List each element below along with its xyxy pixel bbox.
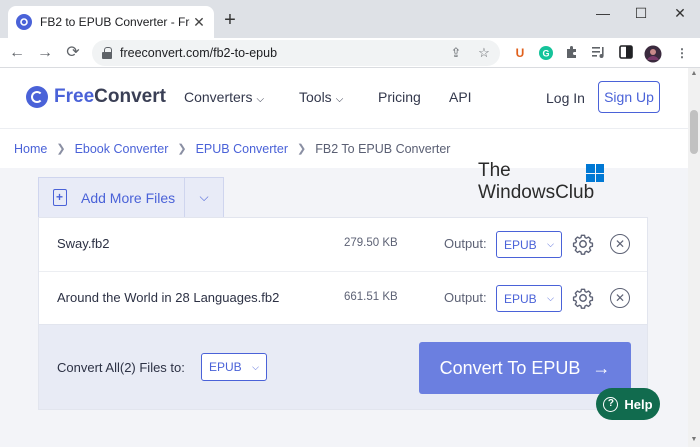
file-size: 279.50 KB [344, 237, 398, 249]
chevron-right-icon: ❯ [56, 143, 66, 155]
chevron-right-icon: ❯ [297, 143, 307, 155]
output-label: Output: [444, 290, 487, 305]
nav-tools[interactable]: Tools ⌵ [299, 89, 343, 105]
file-name: Around the World in 28 Languages.fb2 [57, 290, 280, 305]
remove-file-icon[interactable]: ✕ [610, 288, 630, 308]
tab-close-icon[interactable]: ✕ [192, 15, 206, 29]
watermark-line2: WindowsClub [478, 182, 595, 203]
browser-tab[interactable]: FB2 to EPUB Converter - FreeConvert ✕ [8, 6, 214, 38]
new-tab-button[interactable]: + [222, 10, 238, 30]
reload-icon[interactable]: ⟳ [64, 44, 82, 62]
breadcrumb-current: FB2 To EPUB Converter [315, 141, 451, 156]
forward-arrow-icon[interactable]: → [36, 44, 54, 62]
watermark-line1: The [478, 160, 511, 181]
close-window-button[interactable]: ✕ [670, 6, 690, 20]
add-more-files-button[interactable]: Add More Files [39, 178, 185, 217]
nav-converters-label: Converters [184, 89, 253, 105]
help-button[interactable]: ? Help [596, 388, 660, 420]
convert-all-label: Convert All(2) Files to: [57, 360, 185, 375]
windows-logo-icon [586, 164, 604, 182]
page-scrollbar[interactable]: ▲ ▼ [688, 68, 700, 447]
browser-tab-strip: FB2 to EPUB Converter - FreeConvert ✕ + … [0, 0, 700, 38]
help-question-icon: ? [603, 396, 619, 412]
convert-button[interactable]: Convert To EPUB → [419, 342, 631, 394]
chevron-right-icon: ❯ [177, 143, 187, 155]
chevron-down-icon: ⌵ [252, 361, 259, 372]
nav-api[interactable]: API [449, 89, 472, 105]
remove-file-icon[interactable]: ✕ [610, 234, 630, 254]
share-icon[interactable]: ⇪ [448, 45, 464, 61]
tab-title: FB2 to EPUB Converter - FreeConvert [40, 15, 190, 29]
add-more-files-label: Add More Files [81, 189, 176, 206]
convert-button-label: Convert To EPUB [439, 357, 581, 378]
login-link[interactable]: Log In [546, 90, 585, 106]
scrollbar-thumb[interactable] [690, 110, 698, 154]
scroll-up-arrow-icon[interactable]: ▲ [690, 70, 698, 78]
file-row: Around the World in 28 Languages.fb2 661… [39, 272, 647, 326]
extensions-puzzle-icon[interactable] [564, 45, 580, 61]
back-arrow-icon[interactable]: ← [8, 44, 26, 62]
file-name: Sway.fb2 [57, 236, 110, 251]
browser-toolbar: ← → ⟳ freeconvert.com/fb2-to-epub ⇪ ☆ U … [0, 38, 700, 68]
settings-gear-icon[interactable] [572, 287, 594, 309]
freeconvert-logo[interactable]: FreeConvert [26, 86, 166, 108]
lock-icon [102, 47, 112, 59]
output-label: Output: [444, 236, 487, 251]
file-size: 661.51 KB [344, 291, 398, 303]
convert-all-format-select[interactable]: EPUB ⌵ [201, 353, 267, 381]
chevron-down-icon: ⌵ [547, 293, 554, 303]
grammarly-icon[interactable]: G [538, 45, 554, 61]
add-files-group: Add More Files ⌵ [38, 177, 224, 217]
breadcrumb-home[interactable]: Home [14, 142, 47, 156]
nav-converters[interactable]: Converters ⌵ [184, 89, 264, 105]
freeconvert-favicon-icon [16, 14, 32, 30]
chrome-menu-icon[interactable]: ⋮ [674, 45, 690, 61]
site-header: FreeConvert Converters ⌵ Tools ⌵ Pricing A… [0, 68, 688, 128]
chevron-down-icon: ⌵ [547, 239, 554, 249]
address-bar[interactable]: freeconvert.com/fb2-to-epub ⇪ ☆ [92, 40, 500, 66]
output-format-select[interactable]: EPUB ⌵ [496, 285, 562, 312]
thewindowsclub-watermark: The WindowsClub [478, 160, 618, 210]
extension-u-icon[interactable]: U [512, 45, 528, 61]
media-control-icon[interactable] [590, 45, 606, 61]
logo-text: FreeConvert [54, 86, 166, 107]
freeconvert-logo-icon [26, 86, 48, 108]
svg-text:G: G [542, 49, 549, 59]
output-format-value: EPUB [504, 291, 537, 306]
settings-gear-icon[interactable] [572, 233, 594, 255]
profile-avatar[interactable] [644, 45, 662, 63]
nav-tools-label: Tools [299, 89, 332, 105]
help-label: Help [624, 396, 653, 412]
file-plus-icon [53, 189, 67, 206]
chevron-down-icon: ⌵ [256, 94, 265, 105]
signup-button[interactable]: Sign Up [598, 81, 660, 113]
breadcrumb-epub-converter[interactable]: EPUB Converter [196, 142, 288, 156]
convert-all-format-value: EPUB [209, 360, 242, 374]
output-format-value: EPUB [504, 237, 537, 252]
nav-pricing[interactable]: Pricing [378, 89, 421, 105]
output-format-select[interactable]: EPUB ⌵ [496, 231, 562, 258]
add-files-dropdown-chevron-icon[interactable]: ⌵ [185, 190, 223, 205]
convert-all-bar: Convert All(2) Files to: EPUB ⌵ Convert … [38, 325, 648, 410]
scroll-down-arrow-icon[interactable]: ▼ [690, 436, 698, 444]
minimize-button[interactable]: — [593, 6, 613, 20]
arrow-right-icon: → [592, 357, 611, 378]
chevron-down-icon: ⌵ [335, 94, 344, 105]
breadcrumb-ebook-converter[interactable]: Ebook Converter [75, 142, 169, 156]
file-row: Sway.fb2 279.50 KB Output: EPUB ⌵ ✕ [39, 218, 647, 272]
bookmark-star-icon[interactable]: ☆ [476, 45, 492, 61]
url-text: freeconvert.com/fb2-to-epub [120, 46, 278, 60]
maximize-button[interactable]: ☐ [631, 6, 651, 20]
file-list: Sway.fb2 279.50 KB Output: EPUB ⌵ ✕ Arou… [38, 217, 648, 325]
side-panel-icon[interactable] [618, 45, 634, 61]
